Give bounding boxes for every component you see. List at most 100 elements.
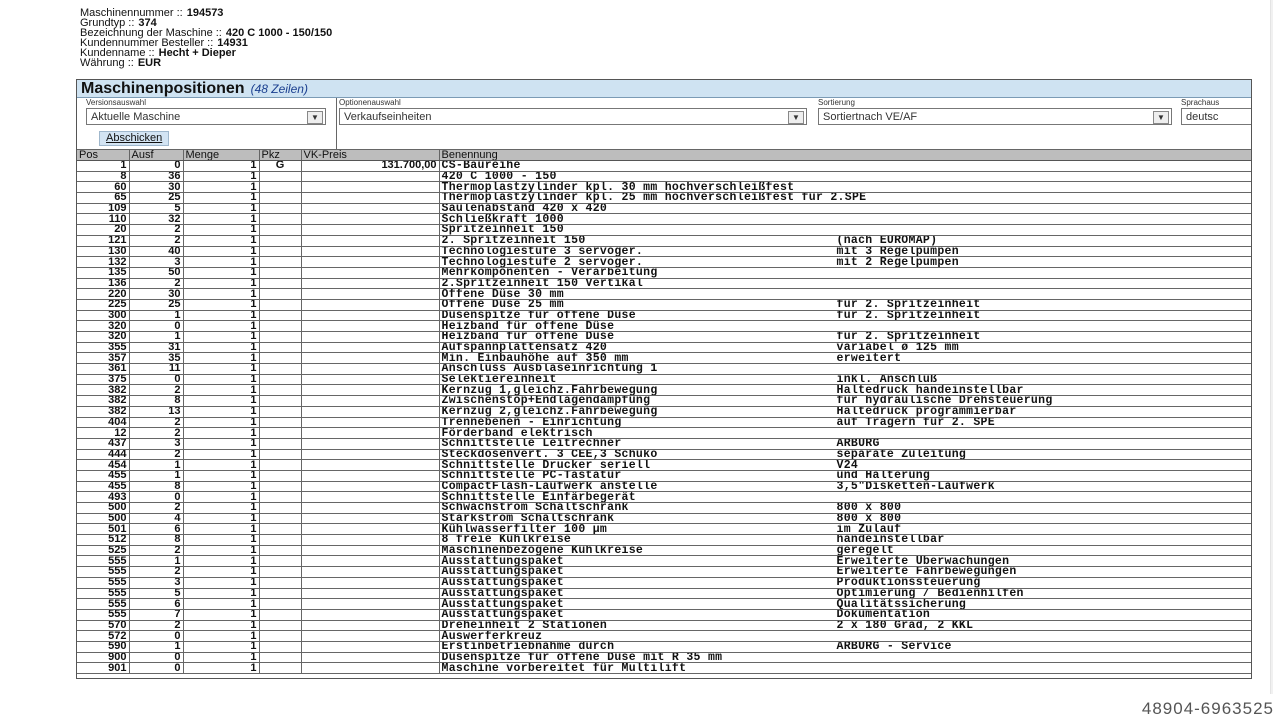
cell-benennung: Aufspannplattensatz 420 variabel ø 125 mm: [439, 342, 1251, 354]
cell-menge: 1: [183, 395, 260, 407]
cell-pkz: [259, 641, 302, 653]
cell-vk-preis: [301, 417, 440, 429]
cell-menge: 1: [183, 288, 260, 300]
benennung-main: 2.Spritzeinheit 150 Vertikal: [441, 278, 644, 289]
benennung-detail: Dokumentation: [836, 609, 931, 621]
cell-benennung: Ausstattungspaket Optimierung / Bedienhil…: [439, 588, 1251, 600]
benennung-main: Erstinbetriebnahme durch: [441, 641, 615, 653]
cell-ausf: 4: [129, 513, 184, 525]
benennung-detail: separate Zuleitung: [836, 449, 967, 460]
benennung-main: Spritzeinheit 150: [441, 224, 564, 236]
cell-pkz: [259, 459, 302, 471]
col-header-pos[interactable]: Pos: [77, 150, 130, 161]
benennung-detail: geregelt: [836, 545, 895, 556]
cell-pkz: [259, 652, 302, 664]
benennung-main: Düsenspitze für offene Düse: [441, 310, 636, 321]
col-header-vk-preis[interactable]: VK-Preis: [301, 150, 440, 161]
col-header-ausf[interactable]: Ausf: [129, 150, 184, 161]
cell-vk-preis: [301, 384, 440, 397]
cell-benennung: Schließkraft 1000: [439, 213, 1251, 226]
cell-pos: 572: [77, 630, 130, 642]
version-select-value: Aktuelle Maschine: [91, 111, 181, 123]
benennung-main: Zwischenstop+Endlagendämpfung: [441, 395, 651, 407]
cell-menge: 1: [183, 641, 260, 653]
cell-benennung: Kühlwasserfilter 100 µm im Zulauf: [439, 523, 1251, 536]
cell-pkz: [259, 384, 302, 397]
chevron-down-icon[interactable]: ▼: [1153, 111, 1169, 124]
table-row: 525 2 1 Maschinenbezogene Kühlkreise geregel…: [77, 545, 1251, 557]
cell-vk-preis: [301, 320, 440, 332]
cell-ausf: 3: [129, 438, 184, 450]
cell-benennung: Dreheinheit 2 Stationen 2 x 180 Grad, 2 K…: [439, 620, 1251, 632]
cell-vk-preis: [301, 235, 440, 247]
cell-ausf: 35: [129, 352, 184, 365]
table-row: 500 2 1 Schwachstrom Schaltschrank 800 x 800: [77, 502, 1251, 514]
cell-ausf: 1: [129, 555, 184, 568]
benennung-main: Ausstattungspaket: [441, 609, 564, 621]
cell-vk-preis: [301, 577, 440, 589]
cell-pos: 901: [77, 662, 130, 674]
cell-menge: 1: [183, 203, 260, 215]
benennung-main: Technologiestufe 3 servoger.: [441, 246, 644, 257]
cell-pkz: [259, 609, 302, 621]
benennung-main: Kernzug 2,gleichz.Fahrbewegung: [441, 406, 658, 417]
cell-vk-preis: [301, 630, 440, 642]
option-select-value: Verkaufseinheiten: [344, 111, 432, 123]
sort-select-label: Sortierung: [818, 98, 855, 107]
cell-ausf: 25: [129, 192, 184, 204]
cell-menge: 1: [183, 363, 260, 375]
chevron-down-icon[interactable]: ▼: [307, 111, 323, 124]
cell-menge: 1: [183, 406, 260, 418]
chevron-down-icon[interactable]: ▼: [788, 111, 804, 124]
cell-benennung: Förderband elektrisch: [439, 427, 1251, 439]
table-row: 570 2 1 Dreheinheit 2 Stationen 2 x 180 Grad…: [77, 620, 1251, 632]
benennung-detail: Haltedruck handeinstellbar: [836, 384, 1024, 396]
cell-benennung: Ausstattungspaket Dokumentation: [439, 609, 1251, 621]
benennung-main: Ausstattungspaket: [441, 588, 564, 599]
option-select[interactable]: Verkaufseinheiten ▼: [339, 108, 807, 125]
cell-benennung: Selektiereinheit inkl. Anschluß: [439, 374, 1251, 386]
cell-ausf: 5: [129, 203, 184, 215]
cell-menge: 1: [183, 160, 260, 172]
cell-vk-preis: [301, 181, 440, 194]
language-select[interactable]: deutsc: [1181, 108, 1251, 125]
cell-benennung: Heizband für offene Düse für 2. Spritzein…: [439, 331, 1251, 343]
cell-benennung: Ausstattungspaket Erweiterte Fahrbewegung…: [439, 566, 1251, 578]
cell-pos: 320: [77, 331, 130, 343]
cell-benennung: Thermoplastzylinder kpl. 30 mm hochversc…: [439, 181, 1251, 194]
col-header-pkz[interactable]: Pkz: [259, 150, 302, 161]
cell-vk-preis: [301, 352, 440, 365]
cell-benennung: 2.Spritzeinheit 150 Vertikal: [439, 278, 1251, 290]
cell-pos: 555: [77, 588, 130, 600]
table-row: 109 5 1 Säulenabstand 420 x 420: [77, 203, 1251, 215]
cell-pos: 382: [77, 395, 130, 407]
cell-vk-preis: [301, 438, 440, 450]
benennung-main: Mehrkomponenten - Verarbeitung: [441, 267, 658, 279]
cell-ausf: 50: [129, 267, 184, 279]
table-row: 320 0 1 Heizband für offene Düse: [77, 320, 1251, 332]
col-header-benennung[interactable]: Benennung: [439, 150, 1251, 161]
cell-vk-preis: [301, 545, 440, 557]
sort-select[interactable]: Sortiertnach VE/AF ▼: [818, 108, 1172, 125]
cell-ausf: 0: [129, 160, 184, 172]
cell-vk-preis: [301, 331, 440, 343]
table-row: 572 0 1 Auswerferkreuz: [77, 630, 1251, 642]
submit-button[interactable]: Abschicken: [99, 131, 170, 146]
cell-menge: 1: [183, 352, 260, 365]
cell-pkz: [259, 246, 302, 258]
cell-benennung: Schnittstelle PC-Tastatur und Halterung: [439, 470, 1251, 482]
version-select[interactable]: Aktuelle Maschine ▼: [86, 108, 326, 125]
cell-pkz: [259, 588, 302, 600]
cell-benennung: Ausstattungspaket Qualitätssicherung: [439, 598, 1251, 610]
cell-menge: 1: [183, 299, 260, 311]
cell-vk-preis: [301, 278, 440, 290]
benennung-main: Trennebenen - Einrichtung: [441, 417, 622, 428]
benennung-detail: ARBURG - Service: [836, 641, 952, 653]
col-header-menge[interactable]: Menge: [183, 150, 260, 161]
cell-pos: 8: [77, 171, 130, 183]
cell-ausf: 1: [129, 310, 184, 322]
cell-ausf: 31: [129, 342, 184, 354]
positions-panel: Maschinenpositionen (48 Zeilen) Versionsa…: [76, 79, 1252, 679]
cell-pos: 555: [77, 609, 130, 621]
cell-vk-preis: [301, 267, 440, 279]
